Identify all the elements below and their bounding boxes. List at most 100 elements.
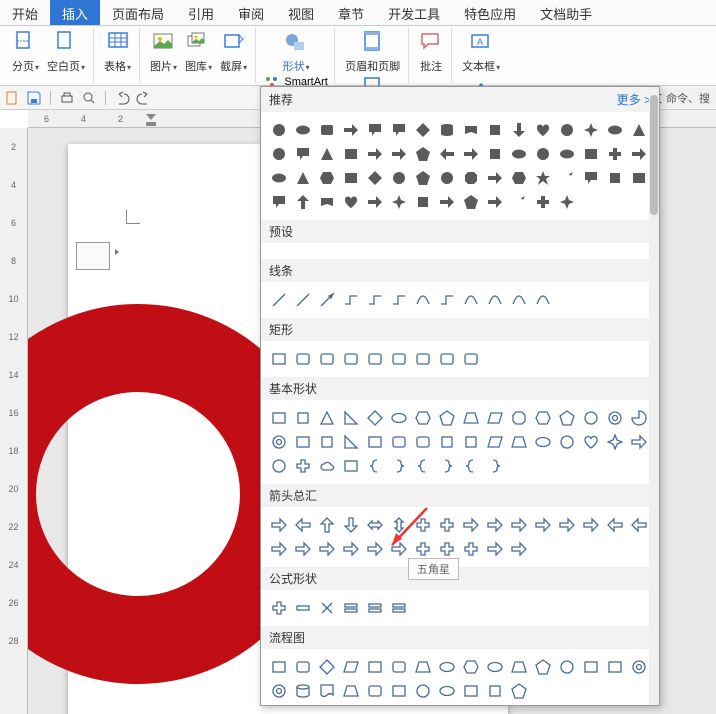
shape-square[interactable]: [461, 432, 481, 452]
shape-arrow_l[interactable]: [605, 515, 625, 535]
table-button[interactable]: 表格▾: [102, 28, 133, 74]
shape-diamond[interactable]: [365, 408, 385, 428]
shape-hex[interactable]: [461, 657, 481, 677]
rec-line_a[interactable]: [557, 168, 577, 188]
shape-rrect[interactable]: [437, 349, 457, 369]
shape-conn[interactable]: [341, 290, 361, 310]
rec-arrow_l[interactable]: [437, 144, 457, 164]
rec-rrect[interactable]: [317, 120, 337, 140]
shape-rect[interactable]: [365, 432, 385, 452]
shape-arrow_lr[interactable]: [365, 515, 385, 535]
shape-plus[interactable]: [413, 539, 433, 559]
image-button[interactable]: 图片▾: [148, 28, 179, 74]
shape-rect[interactable]: [389, 681, 409, 701]
rec-oval[interactable]: [509, 144, 529, 164]
shape-rrect[interactable]: [293, 349, 313, 369]
shape-para[interactable]: [341, 657, 361, 677]
rec-diamond[interactable]: [413, 120, 433, 140]
shape-circle[interactable]: [557, 432, 577, 452]
rec-rect[interactable]: [581, 144, 601, 164]
tab-view[interactable]: 视图: [276, 0, 326, 25]
rec-hex[interactable]: [317, 168, 337, 188]
shape-tri[interactable]: [317, 408, 337, 428]
shape-arrow_r[interactable]: [389, 539, 409, 559]
shape-conn[interactable]: [437, 290, 457, 310]
shape-rect[interactable]: [269, 408, 289, 428]
rec-cyl[interactable]: [437, 120, 457, 140]
rec-circle[interactable]: [437, 168, 457, 188]
shape-rrect[interactable]: [317, 349, 337, 369]
page-icon-placeholder[interactable]: [76, 242, 110, 270]
shape-circle[interactable]: [269, 456, 289, 476]
rec-square[interactable]: [413, 192, 433, 212]
shape-trap[interactable]: [341, 681, 361, 701]
textbox-button[interactable]: A 文本框▾: [460, 28, 502, 74]
shape-rect[interactable]: [269, 657, 289, 677]
shape-para[interactable]: [485, 432, 505, 452]
shape-circle[interactable]: [557, 657, 577, 677]
qb-preview-icon[interactable]: [81, 90, 97, 106]
shape-rect[interactable]: [269, 349, 289, 369]
shape-plus[interactable]: [437, 539, 457, 559]
shape-star4[interactable]: [605, 432, 625, 452]
shape-arrow_r[interactable]: [269, 539, 289, 559]
rec-plus[interactable]: [605, 144, 625, 164]
shape-pent[interactable]: [437, 408, 457, 428]
shape-brace_r[interactable]: [485, 456, 505, 476]
shape-oval[interactable]: [533, 432, 553, 452]
rec-arrow_r[interactable]: [365, 192, 385, 212]
shape-arrow_ud[interactable]: [389, 515, 409, 535]
shape-arrow_r[interactable]: [293, 539, 313, 559]
shape-rtri[interactable]: [341, 408, 361, 428]
qb-redo-icon[interactable]: [136, 90, 152, 106]
tab-assistant[interactable]: 文档助手: [528, 0, 604, 25]
rec-callout[interactable]: [293, 144, 313, 164]
rec-tri[interactable]: [629, 120, 649, 140]
shape-brace_l[interactable]: [461, 456, 481, 476]
shape-para[interactable]: [485, 408, 505, 428]
shape-rect[interactable]: [365, 657, 385, 677]
shape-brace_r[interactable]: [389, 456, 409, 476]
more-link[interactable]: 更多 >: [617, 91, 651, 108]
shape-rect[interactable]: [461, 681, 481, 701]
shape-arrow_r[interactable]: [269, 515, 289, 535]
rec-heart[interactable]: [341, 192, 361, 212]
shape-oval[interactable]: [437, 681, 457, 701]
shape-circle[interactable]: [413, 681, 433, 701]
shape-pent[interactable]: [509, 681, 529, 701]
rec-oval[interactable]: [557, 144, 577, 164]
shape-rrect[interactable]: [389, 657, 409, 677]
shape-arrow_l[interactable]: [629, 515, 649, 535]
rec-pent[interactable]: [461, 192, 481, 212]
shape-equal[interactable]: [365, 598, 385, 618]
shape-square[interactable]: [485, 681, 505, 701]
tab-review[interactable]: 审阅: [226, 0, 276, 25]
shape-rect[interactable]: [605, 657, 625, 677]
gallery-button[interactable]: 图库▾: [183, 28, 214, 74]
shape-arrow_r[interactable]: [317, 539, 337, 559]
shape-rrect[interactable]: [293, 657, 313, 677]
screenshot-button[interactable]: 截屏▾: [218, 28, 249, 74]
rec-arrow_r[interactable]: [437, 192, 457, 212]
shape-button[interactable]: 形状▾: [281, 28, 312, 74]
shape-cloud[interactable]: [317, 456, 337, 476]
shape-line[interactable]: [269, 290, 289, 310]
shape-pent[interactable]: [533, 657, 553, 677]
shape-rrect[interactable]: [365, 681, 385, 701]
shape-circle[interactable]: [581, 408, 601, 428]
rec-tri[interactable]: [317, 144, 337, 164]
rec-pent[interactable]: [413, 144, 433, 164]
shape-conn[interactable]: [365, 290, 385, 310]
rec-banner[interactable]: [461, 120, 481, 140]
qb-undo-icon[interactable]: [114, 90, 130, 106]
shape-trap[interactable]: [509, 657, 529, 677]
rec-arrow_r[interactable]: [629, 144, 649, 164]
rec-arrow_r[interactable]: [365, 144, 385, 164]
qb-print-icon[interactable]: [59, 90, 75, 106]
shape-arrow_r[interactable]: [629, 432, 649, 452]
shape-equal[interactable]: [341, 598, 361, 618]
scrollbar[interactable]: [649, 87, 659, 705]
rec-callout[interactable]: [269, 192, 289, 212]
rec-circle[interactable]: [269, 144, 289, 164]
rec-heart[interactable]: [533, 120, 553, 140]
